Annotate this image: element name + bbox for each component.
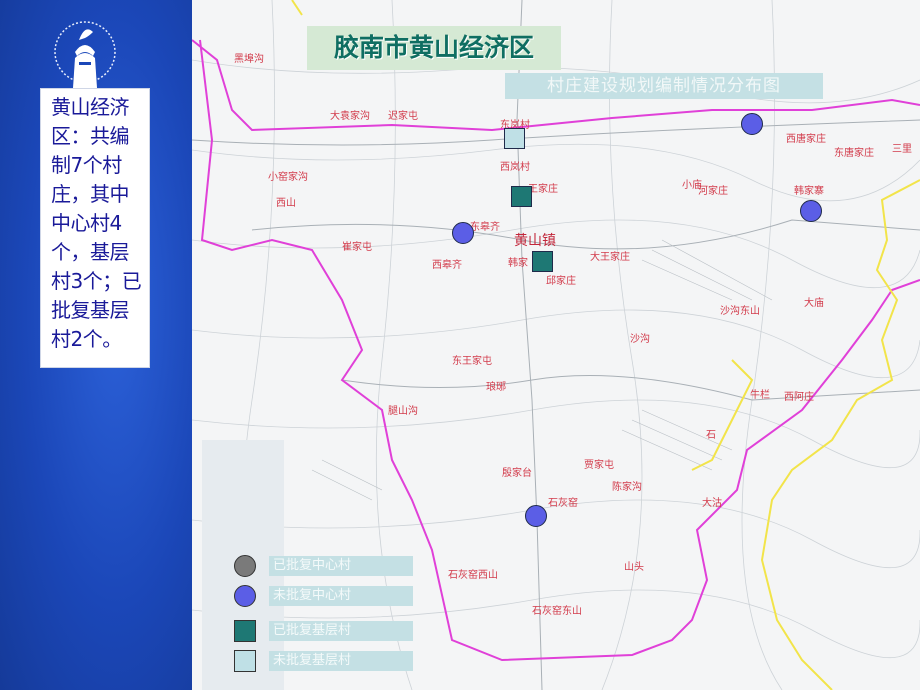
place-label: 韩家寨 <box>794 186 824 197</box>
place-label: 大沽 <box>702 498 722 509</box>
legend-item: 未批复中心村 <box>234 585 413 607</box>
unapproved-basic-village-marker <box>504 128 525 149</box>
legend-label: 未批复基层村 <box>269 651 413 671</box>
place-label: 小窑家沟 <box>268 172 308 183</box>
place-label-town: 黄山镇 <box>514 233 556 249</box>
place-label: 牛栏 <box>750 390 770 401</box>
unapproved-center-village-marker <box>525 505 547 527</box>
blue-circle-icon <box>234 585 256 607</box>
place-label: 迟家屯 <box>388 111 418 122</box>
place-label: 山头 <box>624 562 644 573</box>
legend-item: 已批复基层村 <box>234 620 413 642</box>
place-label: 石灰窑西山 <box>448 570 498 581</box>
approved-basic-village-marker <box>511 186 532 207</box>
place-label: 东唐家庄 <box>834 148 874 159</box>
place-label: 三里 <box>892 144 912 155</box>
place-label: 西唐家庄 <box>786 134 826 145</box>
unapproved-center-village-marker <box>452 222 474 244</box>
place-label: 西皋齐 <box>432 260 462 271</box>
legend-item: 已批复中心村 <box>234 555 413 577</box>
place-label: 陈家沟 <box>612 482 642 493</box>
place-label: 西岚村 <box>500 162 530 173</box>
place-label: 河家庄 <box>698 186 728 197</box>
teal-square-icon <box>234 620 256 642</box>
legend-item: 未批复基层村 <box>234 650 413 672</box>
light-square-icon <box>234 650 256 672</box>
place-label: 大王家庄 <box>590 252 630 263</box>
unapproved-center-village-marker <box>741 113 763 135</box>
place-label: 韩家 <box>508 258 528 269</box>
place-label: 贾家屯 <box>584 460 614 471</box>
place-label: 西山 <box>276 198 296 209</box>
place-label: 沙沟 <box>630 334 650 345</box>
gray-circle-icon <box>234 555 256 577</box>
map-title: 胶南市黄山经济区 <box>307 26 561 70</box>
sidebar: 黄山经济区：共编制7个村庄，其中中心村4个，基层村3个；已批复基层村2个。 <box>0 0 192 690</box>
legend-label: 已批复基层村 <box>269 621 413 641</box>
map-subtitle: 村庄建设规划编制情况分布图 <box>505 73 823 99</box>
summary-text: 黄山经济区：共编制7个村庄，其中中心村4个，基层村3个；已批复基层村2个。 <box>40 88 150 368</box>
place-label: 西阿庄 <box>784 392 814 403</box>
place-label: 大庙 <box>804 298 824 309</box>
place-label: 石 <box>706 430 716 441</box>
place-label: 殷家台 <box>502 468 532 479</box>
unapproved-center-village-marker <box>800 200 822 222</box>
place-label: 石灰窑东山 <box>532 606 582 617</box>
place-label: 崔家屯 <box>342 242 372 253</box>
legend-label: 未批复中心村 <box>269 586 413 606</box>
place-label: 石灰窑 <box>548 498 578 509</box>
place-label: 邱家庄 <box>546 276 576 287</box>
place-label: 沙沟东山 <box>720 306 760 317</box>
map-panel: 胶南市黄山经济区 村庄建设规划编制情况分布图 黑埠沟 大袁家沟 迟家屯 东岚村 … <box>192 0 920 690</box>
place-label: 东皋齐 <box>470 222 500 233</box>
place-label: 东王家屯 <box>452 356 492 367</box>
place-label: 腿山沟 <box>388 406 418 417</box>
place-label: 黑埠沟 <box>234 54 264 65</box>
legend-label: 已批复中心村 <box>269 556 413 576</box>
university-logo <box>45 18 125 90</box>
place-label: 大袁家沟 <box>330 111 370 122</box>
place-label: 琅琊 <box>486 382 506 393</box>
approved-basic-village-marker <box>532 251 553 272</box>
place-label: 王家庄 <box>528 184 558 195</box>
